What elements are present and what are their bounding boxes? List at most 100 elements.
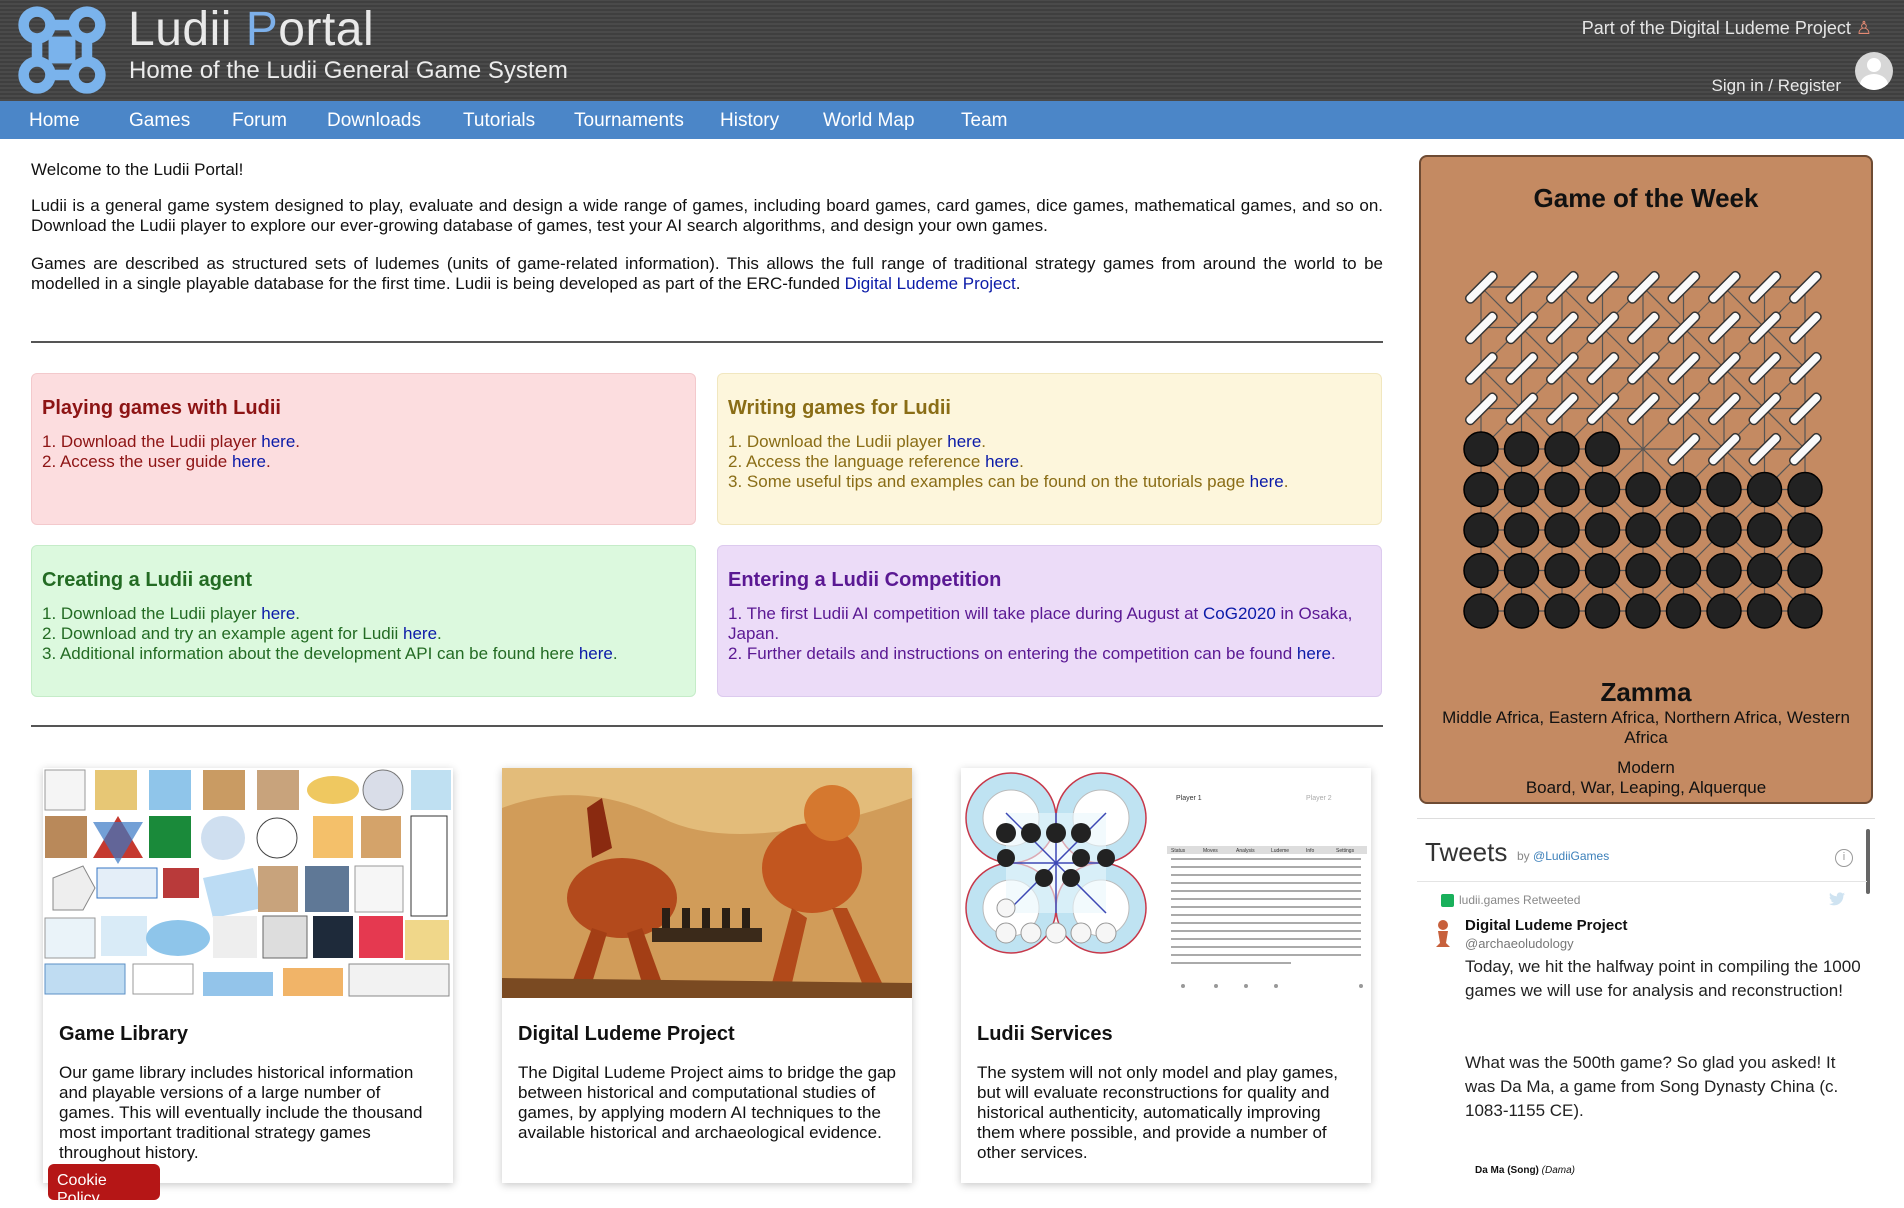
list-item: 2. Further details and instructions on e… [728,644,1336,663]
black-piece [1665,593,1702,629]
black-piece [1665,471,1702,508]
black-piece [1746,593,1783,629]
cog2020-link[interactable]: CoG2020 [1203,604,1276,623]
playing-games-box: Playing games with Ludii 1. Download the… [31,373,696,525]
card-title: Ludii Services [977,1023,1113,1045]
game-of-the-week-panel[interactable]: Game of the Week Zamma Middle Africa, Ea… [1419,155,1873,804]
black-piece [1463,431,1499,467]
black-piece [1584,471,1621,508]
tutorials-link[interactable]: here [1250,472,1284,491]
black-piece [1706,552,1742,589]
download-player-link[interactable]: here [261,432,295,451]
nav-downloads[interactable]: Downloads [327,110,421,132]
dlp-link[interactable]: Digital Ludeme Project [845,274,1016,293]
game-library-image [43,768,453,998]
ludii-logo-icon[interactable] [14,2,110,98]
player1-label: Player 1 [1176,795,1202,802]
black-piece [1544,471,1580,508]
divider [31,725,1383,727]
site-header: Ludii Portal Home of the Ludii General G… [0,0,1904,101]
black-piece [1625,552,1661,589]
list-item: 3. Some useful tips and examples can be … [728,472,1289,491]
intro-paragraph-2: Games are described as structured sets o… [31,254,1383,293]
list-item: 2. Download and try an example agent for… [42,624,442,643]
black-piece [1463,593,1499,629]
black-piece [1503,471,1540,508]
twitter-bird-icon[interactable] [1829,892,1845,906]
nav-tutorials[interactable]: Tutorials [463,110,535,132]
retweeted-label: ludii.games Retweeted [1459,893,1581,907]
black-piece [1544,431,1580,467]
gotw-title: Game of the Week [1533,183,1759,213]
user-guide-link[interactable]: here [232,452,266,471]
user-avatar-icon[interactable] [1855,52,1893,90]
tweets-by: by @LudiiGames [1517,849,1610,863]
signin-register-link[interactable]: Sign in / Register [1712,76,1841,96]
black-piece [1625,593,1661,629]
game-library-card[interactable]: Game Library Our game library includes h… [43,768,453,1183]
black-piece [1503,512,1540,548]
nav-games[interactable]: Games [129,110,190,132]
black-piece [1503,593,1540,629]
black-piece [1544,593,1580,629]
tweet-text: Today, we hit the halfway point in compi… [1465,957,1861,1000]
main-nav: Home Games Forum Downloads Tutorials Tou… [0,101,1904,139]
ludiigames-handle-link[interactable]: @LudiiGames [1533,849,1609,863]
nav-team[interactable]: Team [961,110,1007,132]
list-item: 2. Access the user guide here. [42,452,271,471]
author-avatar-icon[interactable] [1433,919,1453,949]
black-piece [1463,512,1499,548]
competition-details-link[interactable]: here [1297,644,1331,663]
tweet-image-caption: Da Ma (Song) (Dama) [1475,1165,1576,1176]
nav-world-map[interactable]: World Map [823,110,915,132]
nav-home[interactable]: Home [29,110,80,132]
info-icon[interactable]: i [1835,849,1853,867]
gotw-regions: Middle Africa, Eastern Africa, Northern … [1442,708,1850,747]
card-title: Game Library [59,1023,188,1045]
competition-box: Entering a Ludii Competition 1. The firs… [717,545,1382,697]
api-info-link[interactable]: here [579,644,613,663]
download-player-link[interactable]: here [947,432,981,451]
cookie-policy-button[interactable]: Cookie Policy [48,1164,160,1207]
black-piece [1665,512,1702,548]
black-piece [1625,471,1661,508]
timeline-scrollbar[interactable] [1866,829,1870,894]
settings-tab: Settings [1336,848,1355,854]
nav-forum[interactable]: Forum [232,110,287,132]
example-agent-link[interactable]: here [403,624,437,643]
gotw-game-name[interactable]: Zamma [1421,677,1871,708]
creating-agent-box: Creating a Ludii agent 1. Download the L… [31,545,696,697]
dlp-header-link[interactable]: Part of the Digital Ludeme Project ♙ [1582,18,1872,39]
status-tab: Status [1171,848,1186,854]
tweet-text: What was the 500th game? So glad you ask… [1465,1053,1839,1120]
nav-tournaments[interactable]: Tournaments [574,110,684,132]
list-item: 3. Additional information about the deve… [42,644,618,663]
intro-section: Welcome to the Ludii Portal! Ludii is a … [31,160,1383,312]
analysis-tab: Analysis [1236,848,1255,854]
box-title: Entering a Ludii Competition [728,569,1002,591]
welcome-text: Welcome to the Ludii Portal! [31,160,244,179]
tweet-author-handle[interactable]: @archaeoludology [1465,936,1574,951]
gotw-categories: Board, War, Leaping, Alquerque [1525,778,1767,797]
tweets-title: Tweets [1425,837,1508,867]
nav-history[interactable]: History [720,110,779,132]
info-tab: Info [1306,848,1315,854]
list-item: 1. The first Ludii AI competition will t… [728,604,1353,643]
writing-games-box: Writing games for Ludii 1. Download the … [717,373,1382,525]
moves-tab: Moves [1203,848,1218,854]
black-piece [1584,512,1621,548]
tweet-author[interactable]: Digital Ludeme Project [1465,917,1628,934]
language-reference-link[interactable]: here [985,452,1019,471]
retweet-icon [1441,894,1454,907]
divider [1417,881,1867,882]
chess-piece-icon: ♙ [1855,18,1872,38]
black-piece [1746,512,1783,548]
black-piece [1787,512,1823,548]
ludii-services-card[interactable]: Player 1 Player 2 Status Moves Analysis … [961,768,1371,1183]
black-piece [1584,552,1621,589]
download-player-link[interactable]: here [261,604,295,623]
black-piece [1503,552,1540,589]
ludeme-tab: Ludeme [1271,848,1289,854]
site-title[interactable]: Ludii Portal [128,2,374,57]
digital-ludeme-project-card[interactable]: Digital Ludeme Project The Digital Ludem… [502,768,912,1183]
